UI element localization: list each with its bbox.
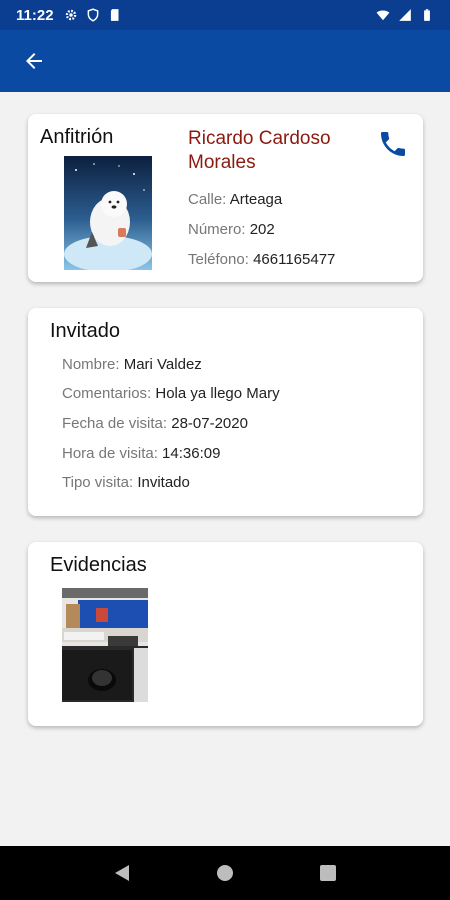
evidence-title: Evidencias	[50, 554, 147, 576]
host-card: Anfitrión Ricardo Cardoso Morales Calle:…	[28, 114, 423, 282]
nav-recents-button[interactable]	[316, 861, 340, 885]
evidence-photo[interactable]	[62, 588, 148, 702]
guest-hora-label: Hora de visita:	[62, 445, 158, 462]
home-circle-icon	[216, 865, 233, 881]
nav-back-button[interactable]	[110, 861, 134, 885]
host-numero-label: Número:	[188, 221, 246, 238]
back-button[interactable]	[20, 47, 48, 75]
host-telefono-value: 4661165477	[253, 251, 336, 268]
host-calle-value: Arteaga	[229, 191, 283, 208]
host-numero-field: Número: 202	[188, 221, 275, 238]
status-icons-left	[64, 8, 122, 22]
host-title: Anfitrión	[40, 126, 114, 148]
guest-card: Invitado Nombre: Mari Valdez Comentarios…	[28, 308, 423, 516]
gear-icon	[65, 9, 76, 21]
shield-icon	[87, 8, 98, 22]
guest-fecha-value: 28-07-2020	[171, 415, 248, 432]
call-button[interactable]	[377, 128, 409, 160]
phone-icon	[381, 132, 405, 156]
host-numero-value: 202	[249, 221, 275, 238]
host-telefono-label: Teléfono:	[188, 251, 249, 268]
battery-icon	[424, 9, 430, 21]
status-time: 11:22	[16, 6, 54, 24]
app-bar	[0, 30, 450, 92]
back-triangle-icon	[114, 865, 129, 881]
nav-home-button[interactable]	[213, 861, 237, 885]
wifi-icon	[376, 10, 390, 21]
guest-comentarios-label: Comentarios:	[62, 385, 152, 402]
guest-title: Invitado	[50, 320, 121, 342]
host-name: Ricardo Cardoso Morales	[188, 128, 331, 173]
guest-nombre-field: Nombre: Mari Valdez	[62, 356, 202, 373]
guest-hora-value: 14:36:09	[162, 445, 221, 462]
guest-fecha-field: Fecha de visita: 28-07-2020	[62, 415, 248, 432]
guest-nombre-value: Mari Valdez	[123, 356, 202, 373]
guest-tipo-field: Tipo visita: Invitado	[62, 474, 190, 491]
host-photo	[64, 156, 152, 270]
status-bar: 11:22	[0, 0, 450, 30]
guest-tipo-value: Invitado	[137, 474, 190, 491]
host-telefono-field: Teléfono: 4661165477	[188, 251, 335, 268]
evidence-card: Evidencias	[28, 542, 423, 726]
signal-icon	[399, 9, 411, 21]
guest-fecha-label: Fecha de visita:	[62, 415, 168, 432]
guest-hora-field: Hora de visita: 14:36:09	[62, 445, 220, 462]
status-icons-right	[376, 8, 434, 22]
guest-nombre-label: Nombre:	[62, 356, 120, 373]
recents-square-icon	[320, 865, 337, 881]
arrow-left-icon	[26, 53, 42, 69]
sd-card-icon	[110, 9, 119, 21]
guest-comentarios-field: Comentarios: Hola ya llego Mary	[62, 385, 280, 402]
system-nav-bar	[0, 846, 450, 900]
host-calle-field: Calle: Arteaga	[188, 191, 282, 208]
guest-tipo-label: Tipo visita:	[62, 474, 134, 491]
guest-comentarios-value: Hola ya llego Mary	[155, 385, 280, 402]
host-calle-label: Calle:	[188, 191, 227, 208]
